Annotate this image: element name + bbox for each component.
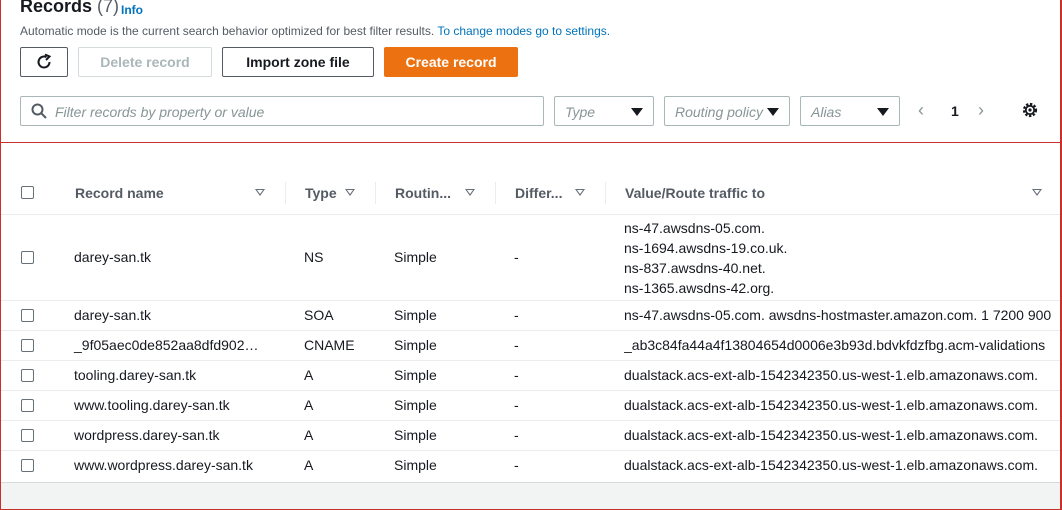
page-number[interactable]: 1 [951,103,959,119]
record-value: ns-47.awsdns-05.com. awsdns-hostmaster.a… [624,307,1052,323]
column-divider [285,182,286,204]
search-mode-description: Automatic mode is the current search beh… [20,24,610,38]
table-row[interactable]: wordpress.darey-san.tk A Simple - dualst… [1,421,1060,451]
search-input[interactable]: Filter records by property or value [20,96,544,126]
value-line: ns-1694.awsdns-19.co.uk. [624,240,788,256]
type-select[interactable]: Type [554,96,654,126]
table-row[interactable]: _9f05aec0de852aa8dfd902… CNAME Simple - … [1,331,1060,361]
record-name: darey-san.tk [74,249,152,265]
subtitle-text: Automatic mode is the current search beh… [20,24,435,38]
table-row[interactable]: tooling.darey-san.tk A Simple - dualstac… [1,361,1060,391]
routing-policy: Simple [394,397,437,413]
table-header: Record name Type Routin... Differ... Val… [1,172,1060,215]
row-checkbox[interactable] [21,339,34,352]
record-type: A [304,367,314,383]
table-row[interactable]: www.wordpress.darey-san.tk A Simple - du… [1,451,1060,480]
row-checkbox[interactable] [21,429,34,442]
value-line: ns-837.awsdns-40.net. [624,260,766,276]
column-header-type[interactable]: Type [305,185,337,201]
type-select-placeholder: Type [565,104,596,120]
routing-select-placeholder: Routing policy [675,104,763,120]
record-value: _ab3c84fa44a4f13804654d0006e3b93d.bdvkfd… [624,337,1046,353]
record-value: dualstack.acs-ext-alb-1542342350.us-west… [624,397,1038,413]
record-type: SOA [304,307,334,323]
column-header-differentiator[interactable]: Differ... [515,185,562,201]
previous-page-icon[interactable]: ‹ [918,100,924,121]
caret-down-icon [877,108,889,116]
row-checkbox[interactable] [21,459,34,472]
title-text: Records [20,0,93,16]
refresh-button[interactable] [20,47,68,77]
record-type: A [304,457,314,473]
row-checkbox[interactable] [21,309,34,322]
settings-gear-icon[interactable] [1021,101,1039,119]
refresh-icon [37,53,52,69]
record-type: A [304,397,314,413]
value-line: ns-1365.awsdns-42.org. [624,280,775,296]
column-divider [375,182,376,204]
column-header-routing[interactable]: Routin... [395,185,451,201]
search-icon [31,103,47,119]
differentiator: - [514,249,519,265]
search-placeholder: Filter records by property or value [55,104,265,120]
value-line: ns-47.awsdns-05.com. [624,220,765,236]
differentiator: - [514,337,519,353]
record-type: A [304,427,314,443]
next-page-icon[interactable]: › [978,100,984,121]
differentiator: - [514,397,519,413]
sort-icon[interactable] [465,189,475,196]
table-row[interactable]: www.tooling.darey-san.tk A Simple - dual… [1,391,1060,421]
caret-down-icon [631,108,643,116]
table-row[interactable]: darey-san.tk NS Simple - ns-47.awsdns-05… [1,215,1060,301]
record-value: ns-47.awsdns-05.com. ns-1694.awsdns-19.c… [624,218,1060,298]
settings-link[interactable]: To change modes go to settings. [437,24,610,38]
routing-policy: Simple [394,337,437,353]
routing-policy-select[interactable]: Routing policy [664,96,790,126]
sort-icon[interactable] [1032,189,1042,196]
routing-policy: Simple [394,249,437,265]
record-value: dualstack.acs-ext-alb-1542342350.us-west… [624,457,1038,473]
routing-policy: Simple [394,307,437,323]
row-checkbox[interactable] [21,251,34,264]
differentiator: - [514,427,519,443]
row-checkbox[interactable] [21,399,34,412]
delete-record-button[interactable]: Delete record [78,47,212,77]
sort-icon[interactable] [255,189,265,196]
record-type: NS [304,249,324,265]
differentiator: - [514,367,519,383]
routing-policy: Simple [394,427,437,443]
column-divider [605,182,606,204]
column-header-record-name[interactable]: Record name [75,185,164,201]
routing-policy: Simple [394,367,437,383]
create-record-button[interactable]: Create record [384,47,518,77]
import-zone-file-button[interactable]: Import zone file [222,47,374,77]
differentiator: - [514,457,519,473]
record-name: tooling.darey-san.tk [74,367,197,383]
caret-down-icon [767,108,779,116]
info-link[interactable]: Info [121,3,143,17]
sort-icon[interactable] [575,189,585,196]
routing-policy: Simple [394,457,437,473]
record-value: dualstack.acs-ext-alb-1542342350.us-west… [624,367,1038,383]
record-count: (7) [97,0,120,16]
column-header-value[interactable]: Value/Route traffic to [625,185,765,201]
table-row[interactable]: darey-san.tk SOA Simple - ns-47.awsdns-0… [1,301,1060,331]
differentiator: - [514,307,519,323]
sort-icon[interactable] [345,189,355,196]
select-all-checkbox[interactable] [21,186,34,199]
record-name: www.wordpress.darey-san.tk [74,457,253,473]
table-footer [1,482,1060,509]
row-checkbox[interactable] [21,369,34,382]
record-value: dualstack.acs-ext-alb-1542342350.us-west… [624,427,1038,443]
record-name: www.tooling.darey-san.tk [74,397,230,413]
record-name: wordpress.darey-san.tk [74,427,220,443]
record-name: darey-san.tk [74,307,152,323]
record-name: _9f05aec0de852aa8dfd902… [74,337,259,353]
alias-select-placeholder: Alias [811,104,842,120]
column-divider [495,182,496,204]
record-type: CNAME [304,337,355,353]
alias-select[interactable]: Alias [800,96,900,126]
page-title: Records (7) [20,0,119,17]
